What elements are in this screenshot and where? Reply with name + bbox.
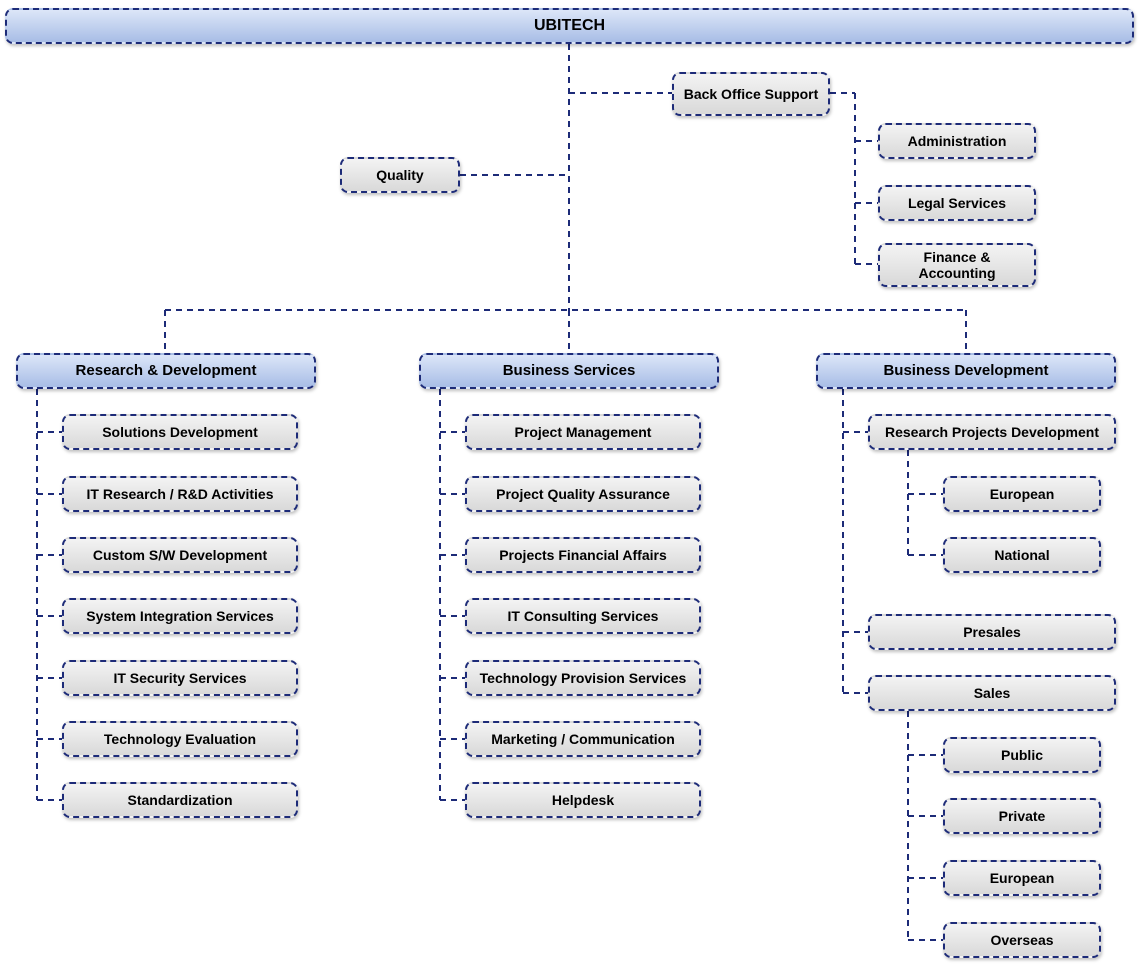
node-project-management: Project Management <box>465 414 701 450</box>
node-helpdesk: Helpdesk <box>465 782 701 818</box>
node-rpd-national: National <box>943 537 1101 573</box>
node-projects-financial: Projects Financial Affairs <box>465 537 701 573</box>
node-administration: Administration <box>878 123 1036 159</box>
node-it-research-rd: IT Research / R&D Activities <box>62 476 298 512</box>
node-standardization: Standardization <box>62 782 298 818</box>
node-it-security: IT Security Services <box>62 660 298 696</box>
org-root: UBITECH <box>5 8 1134 44</box>
node-back-office: Back Office Support <box>672 72 830 116</box>
node-presales: Presales <box>868 614 1116 650</box>
division-research-development: Research & Development <box>16 353 316 389</box>
node-solutions-development: Solutions Development <box>62 414 298 450</box>
node-marketing-comm: Marketing / Communication <box>465 721 701 757</box>
division-business-services: Business Services <box>419 353 719 389</box>
node-system-integration: System Integration Services <box>62 598 298 634</box>
node-finance-accounting: Finance & Accounting <box>878 243 1036 287</box>
node-it-consulting: IT Consulting Services <box>465 598 701 634</box>
node-project-qa: Project Quality Assurance <box>465 476 701 512</box>
node-sales-public: Public <box>943 737 1101 773</box>
node-sales-overseas: Overseas <box>943 922 1101 958</box>
node-tech-provision: Technology Provision Services <box>465 660 701 696</box>
node-technology-evaluation: Technology Evaluation <box>62 721 298 757</box>
node-custom-sw-development: Custom S/W Development <box>62 537 298 573</box>
org-chart: UBITECH Back Office Support Administrati… <box>0 0 1139 975</box>
node-rpd-european: European <box>943 476 1101 512</box>
node-sales: Sales <box>868 675 1116 711</box>
node-quality: Quality <box>340 157 460 193</box>
node-sales-european: European <box>943 860 1101 896</box>
node-research-projects-dev: Research Projects Development <box>868 414 1116 450</box>
division-business-development: Business Development <box>816 353 1116 389</box>
node-sales-private: Private <box>943 798 1101 834</box>
node-legal-services: Legal Services <box>878 185 1036 221</box>
